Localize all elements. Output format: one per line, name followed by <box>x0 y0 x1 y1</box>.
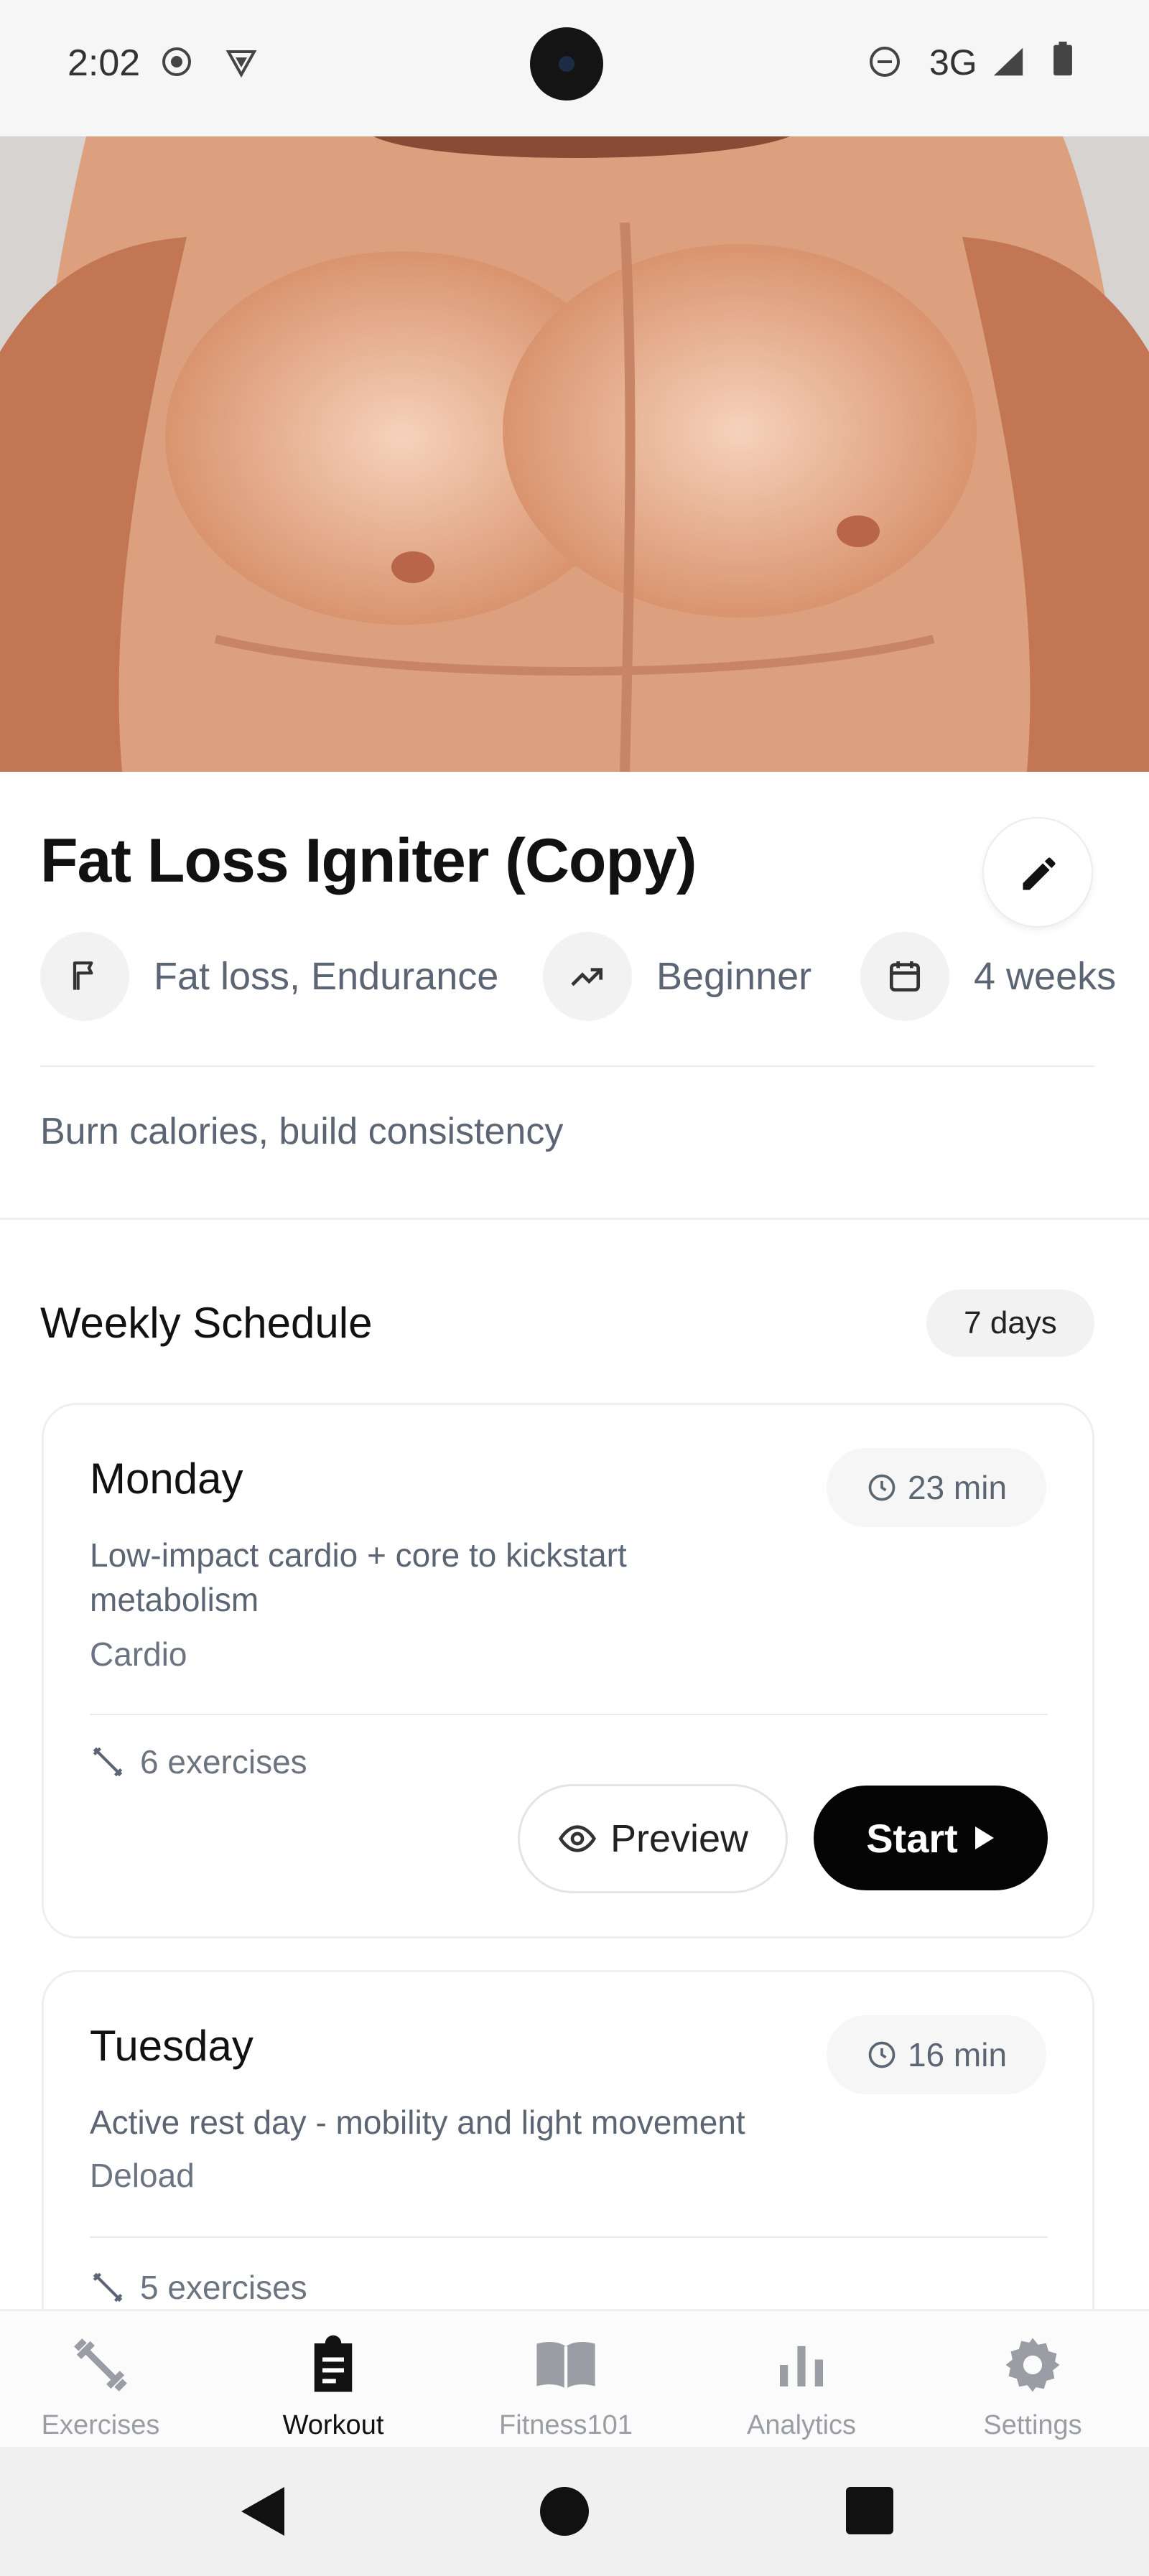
bar-chart-icon <box>780 2346 823 2386</box>
clipboard-icon <box>314 2335 353 2392</box>
status-time: 2:02 <box>68 42 141 84</box>
nav-item-workout[interactable]: Workout <box>225 2333 441 2441</box>
edit-program-button[interactable] <box>982 817 1093 928</box>
bottom-navigation: Exercises Workout Fitness101 Analytics S… <box>0 2309 1149 2447</box>
goal-label: Fat loss, Endurance <box>154 955 499 998</box>
duration-badge: 23 min <box>827 1448 1046 1527</box>
days-count-badge: 7 days <box>926 1289 1094 1357</box>
trending-up-icon <box>571 968 603 986</box>
day-name: Tuesday <box>90 2022 253 2070</box>
card-divider <box>90 1714 1048 1715</box>
section-divider <box>0 1218 1149 1220</box>
day-summary: Low-impact cardio + core to kickstart me… <box>90 1536 627 1618</box>
home-icon[interactable] <box>539 2486 590 2537</box>
duration-text: 23 min <box>907 1469 1008 1506</box>
start-button[interactable]: Start <box>814 1786 1048 1890</box>
signal-icon <box>993 47 1023 76</box>
start-label: Start <box>866 1815 958 1861</box>
play-icon <box>974 1826 994 1849</box>
day-category: Deload <box>90 2157 195 2194</box>
shield-icon <box>225 50 257 78</box>
dumbbell-icon <box>74 2338 127 2391</box>
network-type: 3G <box>929 42 977 83</box>
program-description: Burn calories, build consistency <box>40 1111 564 1152</box>
exercise-count-text: 5 exercises <box>140 2269 307 2306</box>
day-summary: Active rest day - mobility and light mov… <box>90 2104 745 2141</box>
nav-item-fitness101[interactable]: Fitness101 <box>458 2333 674 2441</box>
exercise-count-text: 6 exercises <box>140 1743 307 1781</box>
nav-item-settings[interactable]: Settings <box>925 2333 1140 2441</box>
book-icon <box>536 2342 595 2389</box>
duration-text: 16 min <box>907 2036 1008 2073</box>
status-bar: 2:02 3G <box>0 0 1149 136</box>
do-not-disturb-icon <box>870 47 900 77</box>
front-camera <box>530 27 603 101</box>
divider <box>40 1065 1094 1067</box>
nav-label: Workout <box>282 2410 384 2440</box>
duration-badge: 16 min <box>827 2015 1046 2094</box>
exercise-count: 6 exercises <box>90 1742 307 1781</box>
level-chip: Beginner <box>543 932 811 1021</box>
eye-icon <box>558 1825 596 1852</box>
preview-button[interactable]: Preview <box>518 1784 788 1893</box>
clock-icon <box>868 1474 896 1501</box>
dumbbell-icon <box>93 1747 123 1777</box>
flag-icon <box>73 961 93 990</box>
nav-label: Exercises <box>41 2410 160 2440</box>
calendar-icon <box>890 961 920 991</box>
recents-icon[interactable] <box>846 2487 893 2534</box>
gear-icon <box>1005 2338 1060 2392</box>
pencil-icon <box>1023 857 1056 890</box>
program-hero-image <box>0 136 1149 772</box>
weekly-schedule-title: Weekly Schedule <box>40 1299 373 1347</box>
day-category: Cardio <box>90 1635 187 1673</box>
battery-icon <box>1053 42 1072 76</box>
clock-icon <box>868 2041 896 2068</box>
preview-label: Preview <box>610 1817 749 1860</box>
back-icon[interactable] <box>240 2486 286 2537</box>
dumbbell-icon <box>93 2272 123 2302</box>
nav-label: Settings <box>983 2410 1082 2440</box>
exercise-count: 5 exercises <box>90 2268 307 2307</box>
nav-label: Fitness101 <box>499 2410 633 2440</box>
record-icon <box>162 47 191 76</box>
nav-item-exercises[interactable]: Exercises <box>0 2333 208 2441</box>
duration-label: 4 weeks <box>974 955 1117 998</box>
card-divider <box>90 2236 1048 2238</box>
goal-chip: Fat loss, Endurance <box>40 932 498 1021</box>
day-card-monday[interactable]: Monday 23 min Low-impact cardio + core t… <box>42 1403 1094 1938</box>
program-title: Fat Loss Igniter (Copy) <box>40 826 697 895</box>
system-navigation-bar <box>0 2447 1149 2576</box>
level-label: Beginner <box>656 955 812 998</box>
duration-chip: 4 weeks <box>860 932 1116 1021</box>
nav-label: Analytics <box>746 2410 857 2440</box>
day-name: Monday <box>90 1455 243 1503</box>
day-card-tuesday[interactable]: Tuesday 16 min Active rest day - mobilit… <box>42 1970 1094 2343</box>
nav-item-analytics[interactable]: Analytics <box>694 2333 909 2441</box>
